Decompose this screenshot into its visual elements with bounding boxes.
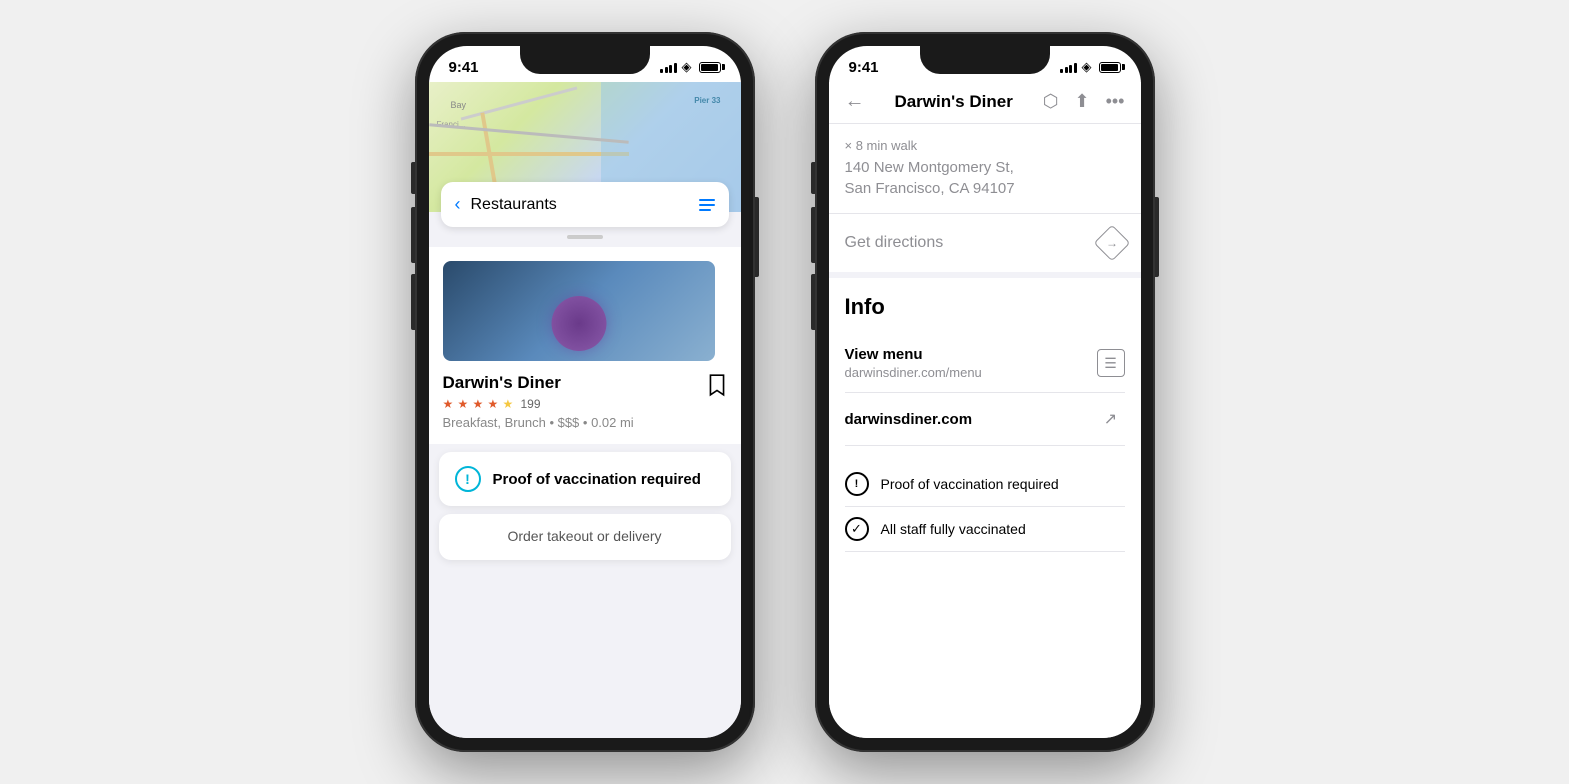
bookmark-nav-icon[interactable]: ⬡ — [1043, 91, 1059, 112]
nav-bar: ← Darwin's Diner ⬡ ⬆ ••• — [829, 82, 1141, 124]
volume-down-button-2 — [811, 274, 815, 330]
volume-up-button — [411, 207, 415, 263]
vaccination-items: ! Proof of vaccination required ✓ All st… — [829, 454, 1141, 560]
vaccination-text: Proof of vaccination required — [493, 471, 701, 488]
restaurant-meta: Breakfast, Brunch • $$$ • 0.02 mi — [443, 415, 634, 430]
staff-vaccinated-text: All staff fully vaccinated — [881, 521, 1026, 537]
signal-icon-2 — [1060, 61, 1077, 73]
battery-icon-2 — [1099, 62, 1121, 73]
volume-up-button-2 — [811, 207, 815, 263]
phone1-content: Bay Franci... Pier 33 ‹ Restaurants — [429, 82, 741, 738]
status-icons: ◈ — [660, 59, 721, 75]
scroll-indicator — [429, 227, 741, 243]
back-arrow-icon[interactable]: ‹ — [455, 194, 461, 215]
food-image-main — [443, 261, 715, 361]
more-nav-icon[interactable]: ••• — [1106, 91, 1125, 112]
bookmark-icon[interactable] — [707, 373, 727, 397]
battery-icon — [699, 62, 721, 73]
address-section: × 8 min walk 140 New Montgomery St, San … — [829, 124, 1141, 214]
vaccination-icon: ! — [455, 466, 481, 492]
phone-1: 9:41 ◈ — [415, 32, 755, 752]
view-menu-title: View menu — [845, 346, 982, 363]
share-nav-icon[interactable]: ⬆ — [1074, 91, 1089, 112]
walk-time: × 8 min walk — [845, 138, 1125, 153]
order-takeout-button[interactable]: Order takeout or delivery — [439, 514, 731, 560]
restaurant-name: Darwin's Diner — [443, 373, 634, 393]
map-pier-label: Pier 33 — [694, 96, 720, 105]
volume-down-button — [411, 274, 415, 330]
vaccination-required-item: ! Proof of vaccination required — [845, 462, 1125, 507]
signal-icon — [660, 61, 677, 73]
time-display: 9:41 — [449, 59, 479, 76]
vaccination-notice: ! Proof of vaccination required — [439, 452, 731, 506]
nav-title: Darwin's Diner — [894, 92, 1012, 112]
restaurant-info: Darwin's Diner ★ ★ ★ ★ ★ 199 — [443, 373, 727, 430]
status-icons-2: ◈ — [1060, 59, 1121, 75]
restaurant-card: Darwin's Diner ★ ★ ★ ★ ★ 199 — [429, 247, 741, 444]
phone-2-screen: 9:41 ◈ ← — [829, 46, 1141, 738]
star-rating: ★ ★ ★ ★ ★ — [443, 397, 517, 411]
info-section: Info View menu darwinsdiner.com/menu ☰ d… — [829, 278, 1141, 454]
directions-section[interactable]: Get directions → — [829, 214, 1141, 278]
exclamation-circle-icon: ! — [845, 472, 869, 496]
address-line2: San Francisco, CA 94107 — [845, 178, 1125, 199]
phone2-content: ← Darwin's Diner ⬡ ⬆ ••• × 8 min walk 14… — [829, 82, 1141, 738]
view-menu-item[interactable]: View menu darwinsdiner.com/menu ☰ — [845, 334, 1125, 393]
map-label-bay: Bay — [451, 100, 467, 110]
notch — [520, 46, 650, 74]
notch-2 — [920, 46, 1050, 74]
mute-button-2 — [811, 162, 815, 194]
address-line1: 140 New Montgomery St, — [845, 157, 1125, 178]
view-menu-subtitle: darwinsdiner.com/menu — [845, 365, 982, 380]
nav-actions: ⬡ ⬆ ••• — [1043, 91, 1125, 112]
nav-back-button[interactable]: ← — [845, 90, 865, 113]
wifi-icon: ◈ — [682, 59, 692, 75]
wifi-icon-2: ◈ — [1082, 59, 1092, 75]
check-circle-icon: ✓ — [845, 517, 869, 541]
food-images — [443, 261, 727, 361]
stars-row: ★ ★ ★ ★ ★ 199 — [443, 397, 634, 411]
review-count: 199 — [521, 397, 541, 411]
vaccination-required-text: Proof of vaccination required — [881, 476, 1059, 492]
directions-icon: → — [1093, 225, 1130, 262]
info-heading: Info — [845, 294, 1125, 320]
power-button — [755, 197, 759, 277]
mute-button — [411, 162, 415, 194]
phone-2: 9:41 ◈ ← — [815, 32, 1155, 752]
website-label: darwinsdiner.com — [845, 411, 973, 428]
external-link-icon: ↗ — [1097, 405, 1125, 433]
phone-1-screen: 9:41 ◈ — [429, 46, 741, 738]
menu-book-icon: ☰ — [1097, 349, 1125, 377]
detail-content: × 8 min walk 140 New Montgomery St, San … — [829, 124, 1141, 738]
phones-container: 9:41 ◈ — [0, 0, 1569, 784]
search-bar[interactable]: ‹ Restaurants — [441, 182, 729, 227]
website-item[interactable]: darwinsdiner.com ↗ — [845, 393, 1125, 446]
power-button-2 — [1155, 197, 1159, 277]
directions-label: Get directions — [845, 234, 944, 252]
staff-vaccinated-item: ✓ All staff fully vaccinated — [845, 507, 1125, 552]
list-view-icon[interactable] — [699, 199, 715, 211]
time-display-2: 9:41 — [849, 59, 879, 76]
map-label-franci: Franci... — [437, 120, 466, 129]
order-button-label: Order takeout or delivery — [507, 528, 661, 544]
search-bar-label: Restaurants — [471, 196, 557, 214]
